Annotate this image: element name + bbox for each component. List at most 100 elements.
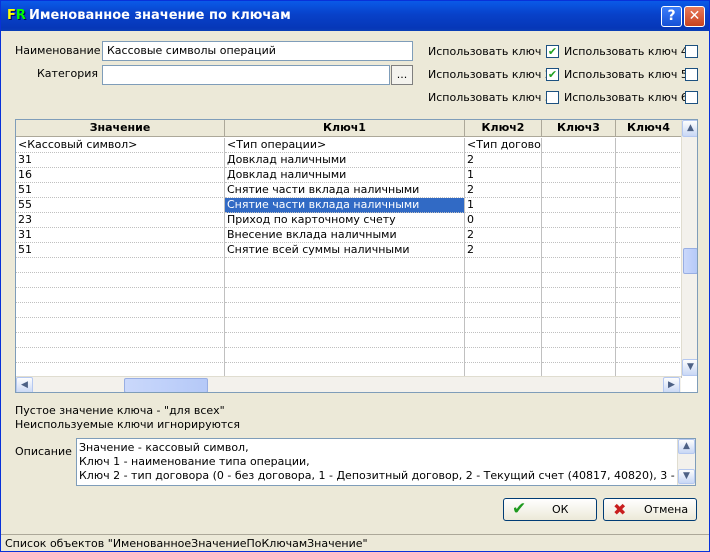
grid-cell[interactable]: 0 [465, 213, 542, 228]
grid-cell[interactable]: 51 [16, 243, 225, 258]
grid-cell[interactable]: 2 [465, 153, 542, 168]
key2-checkbox[interactable]: ✔ [546, 68, 559, 81]
key6-checkbox[interactable] [685, 91, 698, 104]
key4-checkbox[interactable] [685, 45, 698, 58]
grid-cell[interactable] [542, 168, 616, 183]
category-browse-button[interactable]: ... [391, 65, 413, 85]
grid-cell[interactable] [542, 318, 616, 333]
grid-cell[interactable] [16, 348, 225, 363]
table-row[interactable] [16, 273, 682, 288]
grid-cell[interactable]: 2 [465, 228, 542, 243]
scroll-left-icon[interactable]: ◀ [16, 377, 33, 392]
grid-cell[interactable]: 1 [465, 198, 542, 213]
grid-cell[interactable]: 1 [465, 168, 542, 183]
grid-cell[interactable] [465, 318, 542, 333]
grid-cell[interactable]: Внесение вклада наличными [225, 228, 465, 243]
grid-cell[interactable]: 51 [16, 183, 225, 198]
grid-cell[interactable] [225, 348, 465, 363]
scroll-up-icon[interactable]: ▲ [678, 439, 695, 454]
grid-cell[interactable] [616, 213, 682, 228]
description-textarea[interactable]: Значение - кассовый символ, Ключ 1 - наи… [76, 438, 696, 486]
grid-cell[interactable]: Довклад наличными [225, 168, 465, 183]
table-row[interactable]: 23 Приход по карточному счету 0 [16, 213, 682, 228]
grid-cell[interactable]: Довклад наличными [225, 153, 465, 168]
ok-button[interactable]: ✔ ОК [503, 498, 597, 521]
key5-checkbox[interactable] [685, 68, 698, 81]
grid-cell[interactable] [465, 303, 542, 318]
description-scrollbar[interactable]: ▲ ▼ [677, 439, 695, 485]
grid-cell[interactable] [616, 333, 682, 348]
table-row[interactable]: 16 Довклад наличными 1 [16, 168, 682, 183]
grid-cell[interactable]: Снятие части вклада наличными [225, 198, 465, 213]
table-row[interactable]: 51 Снятие всей суммы наличными 2 [16, 243, 682, 258]
column-header-value[interactable]: Значение [16, 120, 225, 137]
grid-cell[interactable] [225, 333, 465, 348]
help-button[interactable]: ? [661, 6, 682, 27]
grid-cell[interactable] [16, 318, 225, 333]
grid-cell[interactable]: <Кассовый символ> [16, 138, 225, 153]
grid-cell[interactable]: 2 [465, 183, 542, 198]
grid-cell[interactable] [16, 303, 225, 318]
table-row[interactable]: 55 Снятие части вклада наличными 1 [16, 198, 682, 213]
name-input[interactable]: Кассовые символы операций [102, 41, 413, 61]
grid-cell[interactable]: 55 [16, 198, 225, 213]
category-input[interactable] [102, 65, 390, 85]
grid-cell[interactable] [542, 243, 616, 258]
grid-cell[interactable] [225, 318, 465, 333]
grid-cell[interactable] [465, 333, 542, 348]
scroll-down-icon[interactable]: ▼ [678, 469, 695, 484]
grid-cell[interactable] [616, 198, 682, 213]
grid-cell[interactable] [616, 243, 682, 258]
grid-cell[interactable] [616, 318, 682, 333]
grid-cell[interactable] [542, 348, 616, 363]
grid-cell[interactable] [225, 273, 465, 288]
scroll-up-icon[interactable]: ▲ [682, 120, 697, 137]
column-header-key4[interactable]: Ключ4 [616, 120, 682, 137]
column-header-key1[interactable]: Ключ1 [225, 120, 465, 137]
grid-cell[interactable]: 31 [16, 153, 225, 168]
vertical-scrollbar[interactable]: ▲ ▼ [681, 120, 697, 376]
grid-cell[interactable]: <Тип операции> [225, 138, 465, 153]
column-header-key2[interactable]: Ключ2 [465, 120, 542, 137]
grid-cell[interactable] [16, 273, 225, 288]
grid-cell[interactable]: Приход по карточному счету [225, 213, 465, 228]
table-row[interactable] [16, 318, 682, 333]
grid-cell[interactable] [16, 258, 225, 273]
cancel-button[interactable]: ✖ Отмена [603, 498, 697, 521]
grid-cell[interactable] [465, 348, 542, 363]
grid-cell[interactable] [542, 288, 616, 303]
grid-cell[interactable] [542, 333, 616, 348]
horizontal-scrollbar[interactable]: ◀ ▶ [16, 376, 681, 392]
table-row[interactable]: 31 Довклад наличными 2 [16, 153, 682, 168]
title-bar[interactable]: FR Именованное значение по ключам ? ✕ [1, 1, 709, 31]
key1-checkbox[interactable]: ✔ [546, 45, 559, 58]
grid-cell[interactable] [616, 138, 682, 153]
scroll-down-icon[interactable]: ▼ [682, 359, 697, 376]
table-row[interactable] [16, 333, 682, 348]
grid-cell[interactable]: Снятие части вклада наличными [225, 183, 465, 198]
grid-cell[interactable] [616, 348, 682, 363]
grid-cell[interactable] [16, 333, 225, 348]
vertical-scroll-thumb[interactable] [683, 248, 697, 274]
grid-cell[interactable] [616, 303, 682, 318]
grid-cell[interactable] [616, 288, 682, 303]
grid-cell[interactable] [225, 258, 465, 273]
grid-cell[interactable] [616, 258, 682, 273]
grid-cell[interactable] [16, 288, 225, 303]
close-button[interactable]: ✕ [684, 6, 705, 27]
grid-cell[interactable] [465, 258, 542, 273]
grid-cell[interactable] [542, 153, 616, 168]
table-row[interactable] [16, 303, 682, 318]
table-row[interactable]: <Кассовый символ> <Тип операции> <Тип дого… [16, 138, 682, 153]
table-row[interactable] [16, 348, 682, 363]
grid-cell[interactable] [616, 273, 682, 288]
scroll-right-icon[interactable]: ▶ [663, 377, 680, 392]
grid-cell[interactable] [465, 288, 542, 303]
grid-cell[interactable] [542, 198, 616, 213]
table-row[interactable] [16, 288, 682, 303]
column-header-key3[interactable]: Ключ3 [542, 120, 616, 137]
grid-cell[interactable]: 2 [465, 243, 542, 258]
values-grid[interactable]: Значение Ключ1 Ключ2 Ключ3 Ключ4 <Кассов… [15, 119, 698, 393]
grid-cell[interactable]: <Тип договор [465, 138, 542, 153]
grid-cell[interactable]: Снятие всей суммы наличными [225, 243, 465, 258]
